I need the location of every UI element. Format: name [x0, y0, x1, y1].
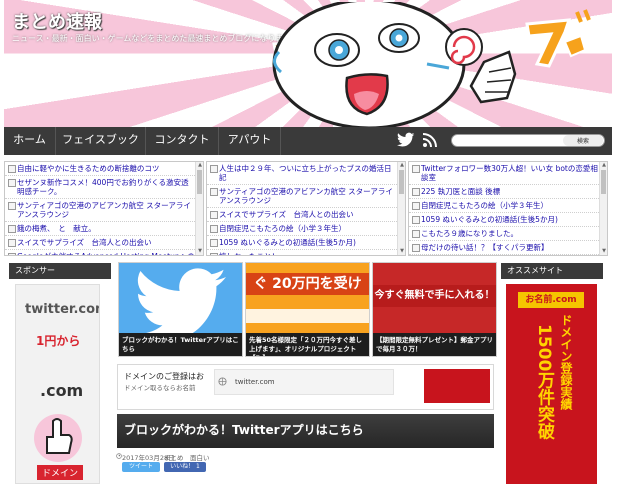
site-description: ニュース・最新・面白い・ゲームなどをまとめた最速まとめブログになります！: [12, 34, 300, 43]
rss-item[interactable]: 自閉症児こもたろの絵（小学３年生）: [409, 199, 601, 213]
ad-strip-domain: twitter.com: [214, 369, 394, 395]
main-navigation: ホーム フェイスブック コンタクト アパウト 検索: [4, 127, 612, 155]
ad-vertical-text-2: 1500万件突破: [534, 324, 554, 440]
scroll-thumb[interactable]: [601, 170, 606, 194]
rss-item[interactable]: こもたろ９歳になりました。: [409, 227, 601, 241]
search-button[interactable]: 検索: [563, 135, 603, 146]
rss-item[interactable]: 225 執刀医と面談 後標: [409, 185, 601, 199]
rss-item[interactable]: スイスでサプライズ 台湾人との出会い: [207, 208, 399, 222]
rss-list: Twitterフォロワー数30万人超！いい女 botの恋愛相談室 225 執刀医と…: [409, 162, 601, 256]
rss-item[interactable]: Twitterフォロワー数30万人超！いい女 botの恋愛相談室: [409, 162, 601, 185]
site-title[interactable]: まとめ速報: [12, 8, 102, 34]
thumb-image: [119, 263, 242, 333]
rss-item[interactable]: 自閉症児こもたろの絵（小学３年生）: [207, 222, 399, 236]
rss-item[interactable]: サンティアゴの空港のアビアンカ航空 スターアライアンスラウンジ: [5, 199, 197, 222]
thumb-overlay-text: ぐ 20万円を受け: [246, 273, 369, 295]
nav-item-contact[interactable]: コンタクト: [146, 127, 219, 155]
page: まとめ速報 ニュース・最新・面白い・ゲームなどをまとめた最速まとめブログになりま…: [0, 0, 620, 486]
thumb-image: ぐ 20万円を受け: [246, 263, 369, 333]
twitter-icon[interactable]: [397, 132, 415, 148]
thumb-caption[interactable]: 先着50名様限定「２０万円今すぐ差し上げます」、オリジナルプロジェクト【F-】: [249, 336, 367, 356]
rss-item[interactable]: 嬉しかったこと！: [207, 250, 399, 255]
rss-item[interactable]: スイスでサプライズ 台湾人との出会い: [5, 236, 197, 250]
rss-icon[interactable]: [422, 132, 438, 148]
rss-box-right: Twitterフォロワー数30万人超！いい女 botの恋愛相談室 225 執刀医と…: [408, 161, 608, 256]
rss-item[interactable]: 1059 ぬいぐるみとの初通話(生後5か月): [207, 236, 399, 250]
ad-strip-title: ドメインのご登録はお: [124, 372, 204, 381]
scroll-thumb[interactable]: [197, 170, 202, 194]
rss-item[interactable]: 人生は中２９年、ついに立ち上がったブスの婚活日記: [207, 162, 399, 185]
globe-icon: [218, 377, 227, 386]
ad-strip-banner[interactable]: [424, 369, 490, 403]
rss-item[interactable]: 餓の梅煮、 と 献立。: [5, 222, 197, 236]
sponsor-heading: スポンサー: [9, 263, 111, 279]
mascot-illustration: [272, 2, 517, 127]
search-input[interactable]: [462, 135, 562, 146]
rss-item[interactable]: セザンヌ新作コスメ！400円でお釣りがくる激安透明感チーク。: [5, 176, 197, 199]
tweet-button[interactable]: ツイート: [122, 462, 160, 472]
ad-price-text: 1円から: [36, 334, 81, 348]
twitter-bird-icon: [137, 268, 226, 333]
nav-item-home[interactable]: ホーム: [4, 127, 56, 155]
sponsor-ad-banner[interactable]: twitter.com 1円から .com ドメイン: [15, 284, 100, 484]
scroll-down-arrow-icon[interactable]: ▼: [196, 248, 203, 255]
rss-item[interactable]: Googleが主催するAdvanced Hosting Meetupへの参加: [5, 250, 197, 255]
rss-box-center: 人生は中２９年、ついに立ち上がったブスの婚活日記 サンティアゴの空港のアビアンカ航…: [206, 161, 406, 256]
article-title[interactable]: ブロックがわかる！Twitterアプリはこちら: [117, 414, 494, 448]
search-box: 検索: [451, 134, 605, 147]
site-header: まとめ速報 ニュース・最新・面白い・ゲームなどをまとめた最速まとめブログになりま…: [4, 0, 612, 127]
rss-item[interactable]: サンティアゴの空港のアビアンカ航空 スターアライアンスラウンジ: [207, 185, 399, 208]
scrollbar[interactable]: ▲ ▼: [599, 162, 607, 255]
rss-list: 人生は中２９年、ついに立ち上がったブスの婚活日記 サンティアゴの空港のアビアンカ航…: [207, 162, 399, 255]
thumb-card-2[interactable]: ぐ 20万円を受け 先着50名様限定「２０万円今すぐ差し上げます」、オリジナルプ…: [245, 262, 370, 357]
rss-item[interactable]: 1059 ぬいぐるみとの初通話(生後5か月): [409, 213, 601, 227]
onamae-ad-banner[interactable]: お名前.com ドメイン登録実績 1500万件突破: [506, 284, 597, 484]
article-categories[interactable]: まとめ 面白い: [164, 452, 210, 462]
scroll-thumb[interactable]: [399, 170, 404, 194]
thumb-card-3[interactable]: 今すぐ無料で手に入れる！ 【期間限定無料プレゼント】郵金アプリで毎月３０万！: [372, 262, 497, 357]
rss-list: 自由に軽やかに生きるための断捨離のコツ セザンヌ新作コスメ！400円でお釣りがくる…: [5, 162, 197, 255]
scrollbar[interactable]: ▲ ▼: [397, 162, 405, 255]
scroll-up-arrow-icon[interactable]: ▲: [398, 162, 405, 169]
ad-domain-text: twitter.com: [25, 302, 99, 317]
onamae-logo: お名前.com: [518, 292, 584, 308]
nav-item-facebook[interactable]: フェイスブック: [56, 127, 146, 155]
nav-item-about[interactable]: アパウト: [219, 127, 281, 155]
ad-strip-subtitle: ドメイン取るならお名前: [124, 384, 196, 392]
rss-box-left: 自由に軽やかに生きるための断捨離のコツ セザンヌ新作コスメ！400円でお釣りがくる…: [4, 161, 204, 256]
scrollbar[interactable]: ▲ ▼: [195, 162, 203, 255]
rss-item[interactable]: 母だけの待い話！？【すくパラ更新】: [409, 241, 601, 255]
katakana-gya-graphic: [525, 9, 591, 68]
scroll-up-arrow-icon[interactable]: ▲: [196, 162, 203, 169]
thumb-image: 今すぐ無料で手に入れる！: [373, 263, 496, 333]
recommended-sites-heading: オススメサイト: [501, 263, 603, 279]
ad-vertical-text-1: ドメイン登録実績: [559, 314, 573, 410]
domain-ad-strip[interactable]: ドメインのご登録はお ドメイン取るならお名前 twitter.com: [117, 364, 494, 410]
ad-label: ドメイン: [37, 465, 84, 480]
ad-tld-text: .com: [40, 381, 84, 400]
thumb-caption[interactable]: ブロックがわかる！Twitterアプリはこちら: [122, 336, 240, 354]
scroll-down-arrow-icon[interactable]: ▼: [600, 248, 607, 255]
thumb-band: [246, 309, 369, 323]
rss-item[interactable]: 聞いて！: [409, 255, 601, 256]
like-button[interactable]: いいね！ 1: [164, 462, 206, 472]
scroll-up-arrow-icon[interactable]: ▲: [600, 162, 607, 169]
rss-item[interactable]: 自由に軽やかに生きるための断捨離のコツ: [5, 162, 197, 176]
scroll-down-arrow-icon[interactable]: ▼: [398, 248, 405, 255]
thumb-caption[interactable]: 【期間限定無料プレゼント】郵金アプリで毎月３０万！: [376, 336, 494, 354]
thumb-overlay-text: 今すぐ無料で手に入れる！: [373, 285, 496, 307]
pointing-hand-icon: [34, 414, 82, 462]
thumb-card-1[interactable]: ブロックがわかる！Twitterアプリはこちら: [118, 262, 243, 357]
